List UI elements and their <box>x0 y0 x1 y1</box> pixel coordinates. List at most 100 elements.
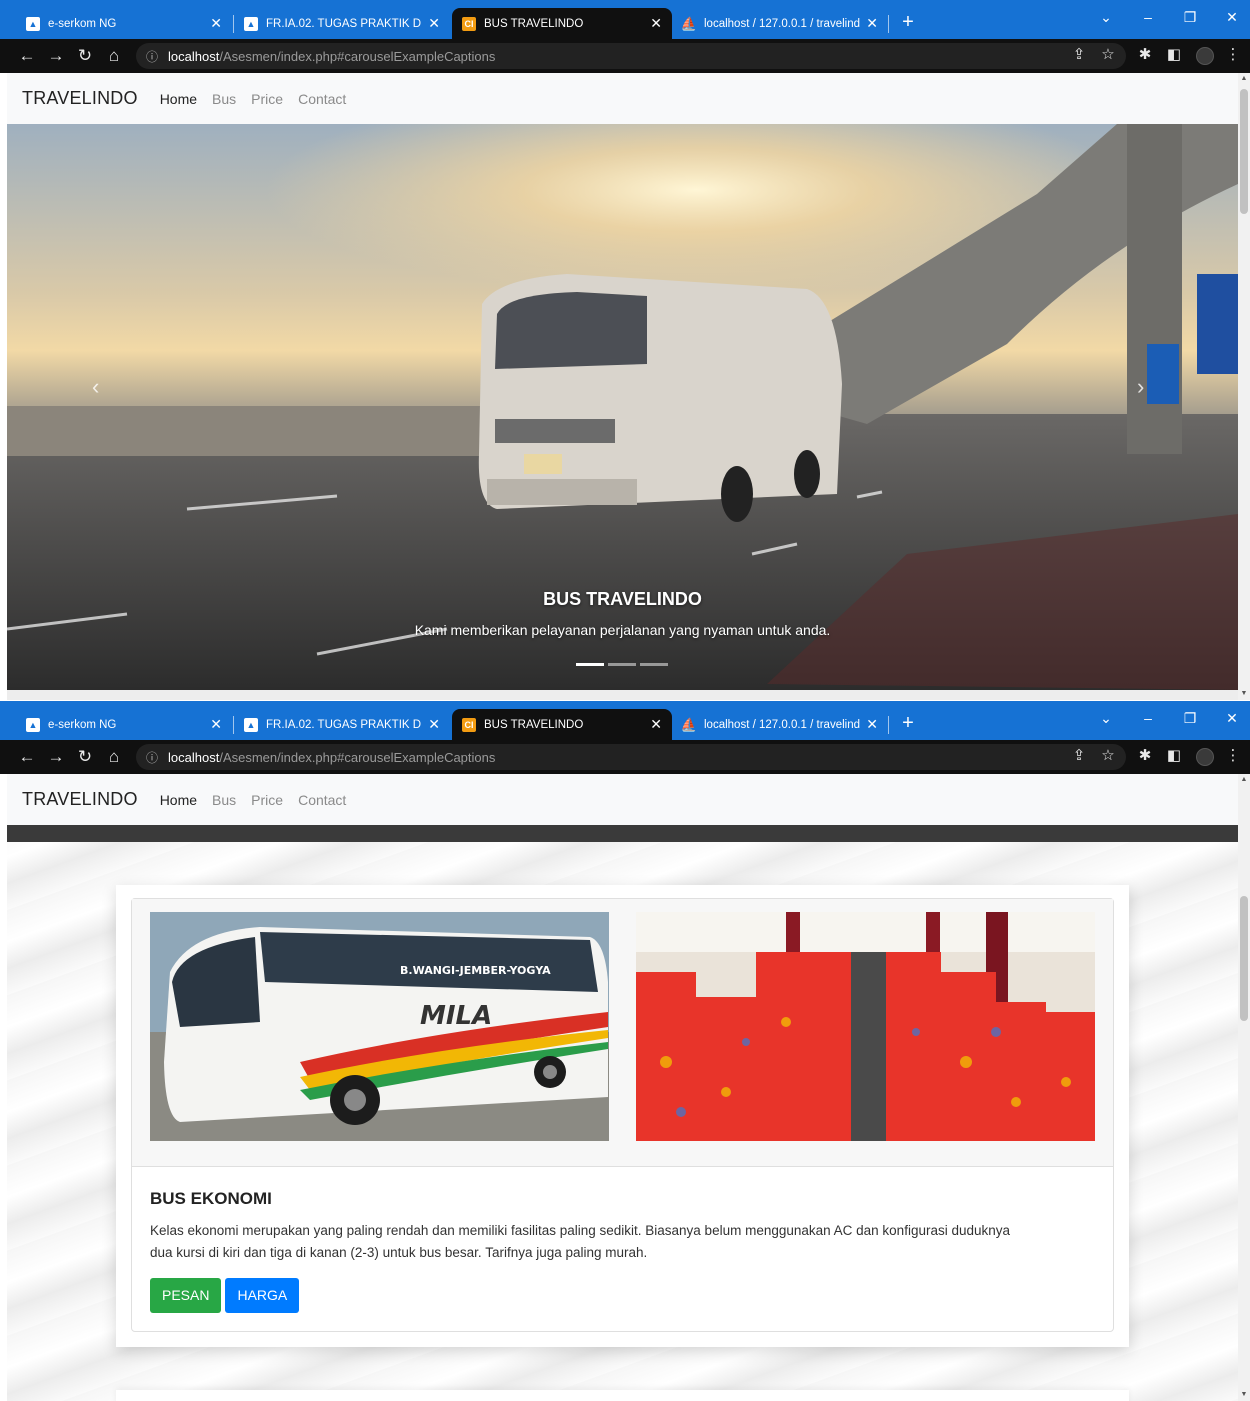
carousel-bottom-edge <box>7 825 1238 842</box>
card-buttons: PESAN HARGA <box>150 1278 1100 1313</box>
side-panel-icon[interactable]: ◧ <box>1163 45 1185 63</box>
tab-phpmyadmin[interactable]: ⛵ localhost / 127.0.0.1 / travelindo ✕ <box>672 8 888 39</box>
nav-bus[interactable]: Bus <box>212 792 236 808</box>
scroll-down-icon[interactable]: ▼ <box>1238 690 1250 697</box>
page-background-strip <box>7 690 1238 700</box>
card-body: BUS EKONOMI Kelas ekonomi merupakan yang… <box>150 1189 1100 1313</box>
close-icon[interactable]: ✕ <box>428 716 440 733</box>
tab-search-icon[interactable]: ⌄ <box>1091 9 1121 26</box>
tab-fr-ia02[interactable]: ▲ FR.IA.02. TUGAS PRAKTIK DEMON ✕ <box>234 709 450 740</box>
minimize-icon[interactable]: – <box>1133 9 1163 25</box>
page-scrollbar[interactable]: ▲ ▼ <box>1238 73 1250 700</box>
close-window-icon[interactable]: ✕ <box>1217 9 1247 26</box>
carousel-indicators <box>576 663 668 666</box>
card-title: BUS EKONOMI <box>150 1189 272 1208</box>
side-panel-icon[interactable]: ◧ <box>1163 746 1185 764</box>
scrollbar-thumb[interactable] <box>1240 896 1248 1021</box>
bus-livery-text: MILA <box>420 1001 492 1031</box>
carousel-prev-control[interactable]: ‹ <box>92 374 99 400</box>
harga-button[interactable]: HARGA <box>225 1278 300 1313</box>
share-icon[interactable]: ⇪ <box>1068 746 1090 764</box>
carousel-text: Kami memberikan pelayanan perjalanan yan… <box>414 622 831 638</box>
extensions-puzzle-icon[interactable]: ✱ <box>1134 45 1156 63</box>
profile-avatar[interactable] <box>1196 748 1214 766</box>
orange-logo-icon: CI <box>462 16 476 31</box>
scroll-up-icon[interactable]: ▲ <box>1238 776 1250 783</box>
nav-bus[interactable]: Bus <box>212 91 236 107</box>
navbar-brand[interactable]: TRAVELINDO <box>22 88 138 109</box>
bus-interior-seats-image <box>636 912 1095 1141</box>
nav-contact[interactable]: Contact <box>298 91 346 107</box>
hero-carousel: ‹ › BUS TRAVELINDO Kami memberikan pelay… <box>7 124 1238 690</box>
page-scrollbar[interactable]: ▲ ▼ <box>1238 774 1250 1401</box>
close-icon[interactable]: ✕ <box>650 716 662 733</box>
phpmyadmin-icon: ⛵ <box>680 716 698 732</box>
minimize-icon[interactable]: – <box>1133 710 1163 726</box>
tab-eserkom[interactable]: ▲ e-serkom NG ✕ <box>16 709 232 740</box>
nav-price[interactable]: Price <box>251 792 283 808</box>
carousel-indicator[interactable] <box>608 663 636 666</box>
carousel-indicator[interactable] <box>576 663 604 666</box>
card-image-row: MILA B.WANGI-JEMBER-YOGYA <box>132 899 1113 1167</box>
scroll-down-icon[interactable]: ▼ <box>1238 1391 1250 1398</box>
tab-bus-travelindo[interactable]: CI BUS TRAVELINDO ✕ <box>452 8 672 39</box>
carousel-title: BUS TRAVELINDO <box>543 589 702 609</box>
forward-arrow-icon[interactable]: → <box>45 746 67 768</box>
restore-icon[interactable]: ❐ <box>1175 9 1205 26</box>
tab-bus-travelindo[interactable]: CI BUS TRAVELINDO ✕ <box>452 709 672 740</box>
nav-home[interactable]: Home <box>160 91 197 107</box>
reload-icon[interactable]: ↻ <box>74 45 96 67</box>
tab-phpmyadmin[interactable]: ⛵ localhost / 127.0.0.1 / travelindo ✕ <box>672 709 888 740</box>
carousel-next-control[interactable]: › <box>1137 374 1144 400</box>
navbar-brand[interactable]: TRAVELINDO <box>22 789 138 810</box>
card-text-line: dua kursi di kiri dan tiga di kanan (2-3… <box>150 1245 648 1260</box>
home-icon[interactable]: ⌂ <box>103 45 125 67</box>
menu-kebab-icon[interactable]: ⋮ <box>1222 746 1244 764</box>
bookmark-star-icon[interactable]: ☆ <box>1097 746 1119 764</box>
menu-kebab-icon[interactable]: ⋮ <box>1222 45 1244 63</box>
scrollbar-thumb[interactable] <box>1240 89 1248 214</box>
back-arrow-icon[interactable]: ← <box>16 746 38 768</box>
close-icon[interactable]: ✕ <box>650 15 662 32</box>
nav-price[interactable]: Price <box>251 91 283 107</box>
tab-separator <box>888 716 889 734</box>
blue-logo-icon: ▲ <box>244 16 258 31</box>
tab-search-icon[interactable]: ⌄ <box>1091 710 1121 727</box>
forward-arrow-icon[interactable]: → <box>45 45 67 67</box>
pesan-button[interactable]: PESAN <box>150 1278 222 1313</box>
close-window-icon[interactable]: ✕ <box>1217 710 1247 727</box>
address-bar[interactable]: ⓘ localhost/Asesmen/index.php#carouselEx… <box>136 43 1126 69</box>
bus-card-container: MILA B.WANGI-JEMBER-YOGYA BUS EKONOMI Ke… <box>116 885 1129 1347</box>
close-icon[interactable]: ✕ <box>428 15 440 32</box>
new-tab-button[interactable]: + <box>897 10 919 34</box>
share-icon[interactable]: ⇪ <box>1068 45 1090 63</box>
nav-contact[interactable]: Contact <box>298 792 346 808</box>
info-icon[interactable]: ⓘ <box>146 48 158 65</box>
extensions-puzzle-icon[interactable]: ✱ <box>1134 746 1156 764</box>
address-bar[interactable]: ⓘ localhost/Asesmen/index.php#carouselEx… <box>136 744 1126 770</box>
orange-logo-icon: CI <box>462 717 476 732</box>
close-icon[interactable]: ✕ <box>866 716 878 733</box>
profile-avatar[interactable] <box>1196 47 1214 65</box>
tab-fr-ia02[interactable]: ▲ FR.IA.02. TUGAS PRAKTIK DEMON ✕ <box>234 8 450 39</box>
blue-logo-icon: ▲ <box>244 717 258 732</box>
bookmark-star-icon[interactable]: ☆ <box>1097 45 1119 63</box>
page-viewport: TRAVELINDO Home Bus Price Contact <box>7 73 1238 700</box>
info-icon[interactable]: ⓘ <box>146 749 158 766</box>
close-icon[interactable]: ✕ <box>866 15 878 32</box>
reload-icon[interactable]: ↻ <box>74 746 96 768</box>
close-icon[interactable]: ✕ <box>210 15 222 32</box>
next-card-top-edge <box>116 1390 1129 1401</box>
carousel-indicator[interactable] <box>640 663 668 666</box>
scroll-up-icon[interactable]: ▲ <box>1238 75 1250 82</box>
nav-home[interactable]: Home <box>160 792 197 808</box>
restore-icon[interactable]: ❐ <box>1175 710 1205 727</box>
card-text-line: Kelas ekonomi merupakan yang paling rend… <box>150 1223 1011 1238</box>
browser-toolbar: ← → ↻ ⌂ ⓘ localhost/Asesmen/index.php#ca… <box>0 39 1250 73</box>
home-icon[interactable]: ⌂ <box>103 746 125 768</box>
tab-eserkom[interactable]: ▲ e-serkom NG ✕ <box>16 8 232 39</box>
new-tab-button[interactable]: + <box>897 711 919 735</box>
close-icon[interactable]: ✕ <box>210 716 222 733</box>
blue-logo-icon: ▲ <box>26 717 40 732</box>
back-arrow-icon[interactable]: ← <box>16 45 38 67</box>
